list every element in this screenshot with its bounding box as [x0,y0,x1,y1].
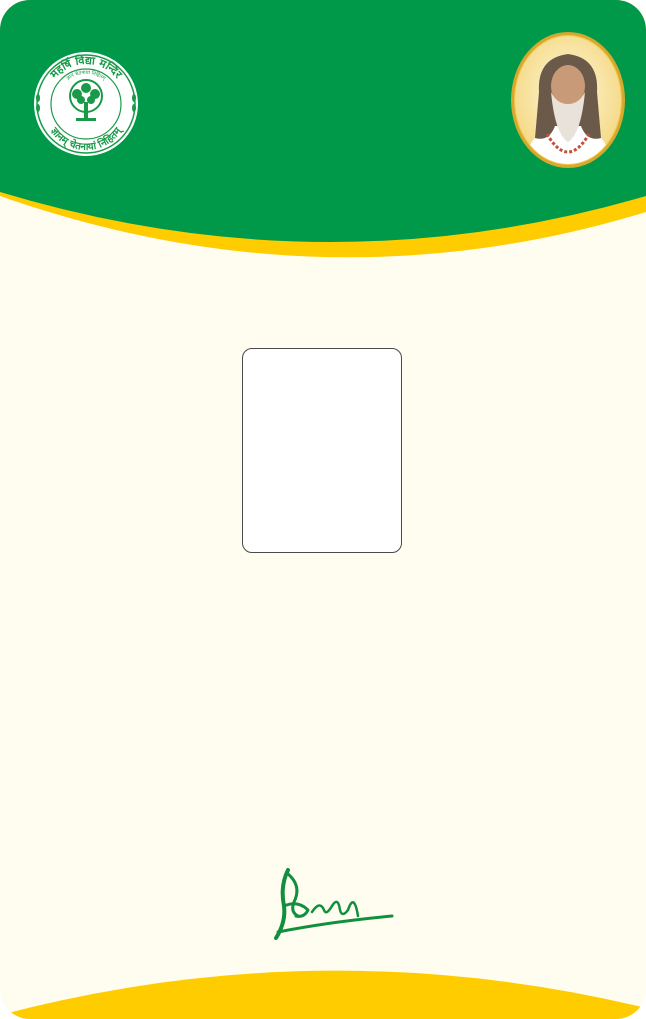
id-card: महर्षि विद्या मन्दिर ज्ञानं चेतनायां निह… [0,0,646,1019]
founder-portrait [511,32,625,168]
authorized-signature [274,868,394,940]
photo-placeholder [242,348,402,553]
school-seal-logo: महर्षि विद्या मन्दिर ज्ञानं चेतनायां निह… [34,52,138,156]
